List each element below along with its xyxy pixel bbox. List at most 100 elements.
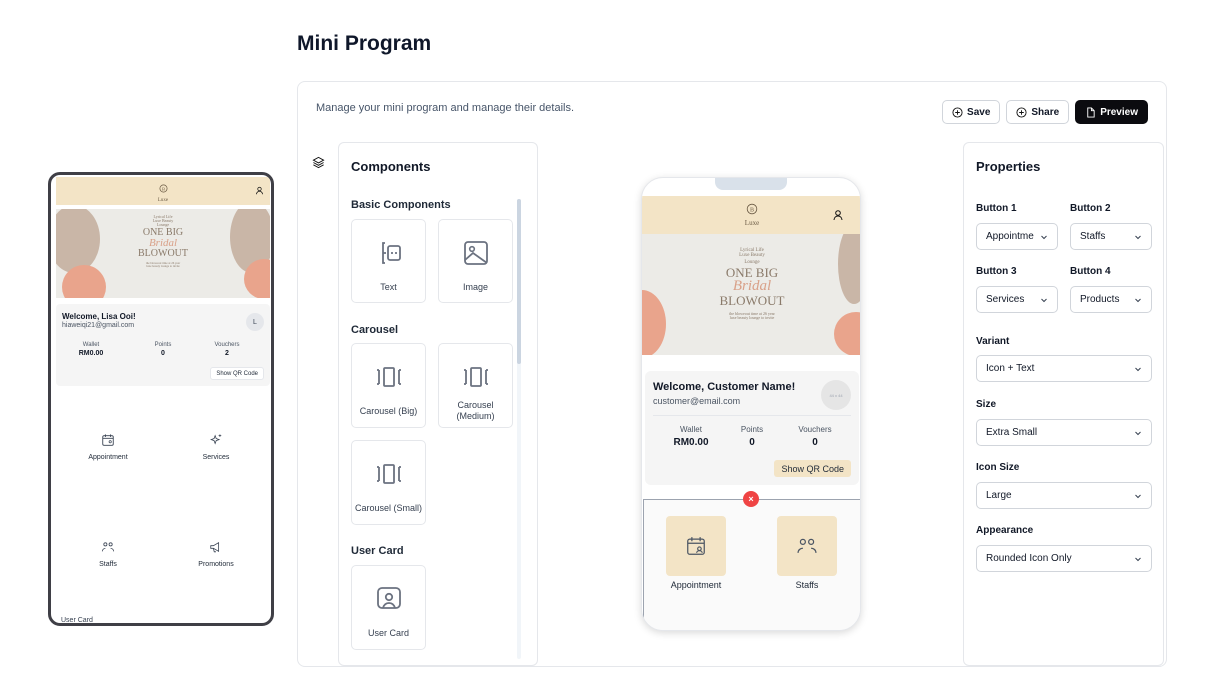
- users-icon: [101, 542, 115, 552]
- live-user-card-label: User Card: [61, 617, 93, 624]
- save-button[interactable]: Save: [942, 100, 1001, 124]
- live-item-staffs[interactable]: Staffs: [68, 540, 148, 568]
- button2-label: Button 2: [1070, 203, 1111, 214]
- stat-vouchers: Vouchers 0: [798, 425, 832, 448]
- user-email: hiaweiqi21@gmail.com: [62, 322, 135, 329]
- close-icon[interactable]: ×: [743, 491, 759, 507]
- appearance-label: Appearance: [976, 525, 1034, 536]
- plus-circle-icon: [952, 106, 963, 118]
- section-carousel: Carousel: [351, 324, 399, 336]
- chevron-down-icon: [1041, 298, 1047, 302]
- component-carousel-small[interactable]: Carousel (Small): [351, 440, 426, 525]
- megaphone-icon: [210, 541, 220, 553]
- button1-select[interactable]: Appointme: [976, 223, 1058, 250]
- phone-preview: B Luxe Lyrical Life Luxe Beauty Lounge O…: [641, 177, 861, 631]
- quick-button-staffs[interactable]: [777, 516, 837, 576]
- stat-wallet: Wallet RM0.00: [78, 342, 104, 357]
- svg-text:B: B: [750, 207, 754, 213]
- button4-label: Button 4: [1070, 266, 1111, 277]
- carousel-icon: [463, 367, 488, 387]
- user-card[interactable]: Welcome, Customer Name! customer@email.c…: [645, 371, 859, 485]
- quick-button-appointment[interactable]: [666, 516, 726, 576]
- user-icon[interactable]: [255, 186, 264, 195]
- icon-size-select[interactable]: Large: [976, 482, 1152, 509]
- avatar[interactable]: L: [246, 313, 264, 331]
- plus-circle-icon: [1016, 106, 1027, 118]
- page-title: Mini Program: [297, 32, 432, 55]
- size-label: Size: [976, 399, 997, 410]
- button4-select[interactable]: Products: [1070, 286, 1152, 313]
- avatar: 44 x 44: [821, 380, 851, 410]
- layers-icon[interactable]: [312, 156, 325, 169]
- properties-title: Properties: [976, 159, 1041, 174]
- stat-points: Points 0: [154, 342, 172, 357]
- section-user-card: User Card: [351, 545, 404, 557]
- quick-button-label: Staffs: [795, 580, 819, 590]
- chevron-down-icon: [1135, 557, 1141, 561]
- icon-size-label: Icon Size: [976, 462, 1020, 473]
- text-cursor-icon: [381, 242, 401, 264]
- toolbar: Save Share Preview: [942, 100, 1148, 124]
- component-carousel-big[interactable]: Carousel (Big): [351, 343, 426, 428]
- show-qr-button[interactable]: Show QR Code: [774, 460, 851, 477]
- section-basic-components: Basic Components: [351, 199, 451, 211]
- component-text[interactable]: Text: [351, 219, 426, 303]
- brand-logo: B Luxe: [738, 202, 766, 227]
- live-user-card: Welcome, Lisa Ooi! hiaweiqi21@gmail.com …: [56, 304, 270, 386]
- scrollbar-thumb[interactable]: [517, 199, 521, 364]
- chevron-down-icon: [1041, 235, 1047, 239]
- stat-points: Points 0: [740, 425, 764, 448]
- show-qr-button[interactable]: Show QR Code: [210, 367, 264, 380]
- page-subtitle: Manage your mini program and manage thei…: [316, 102, 575, 114]
- live-phone-header: B Luxe: [56, 177, 270, 205]
- phone-notch: [715, 178, 787, 190]
- live-item-services[interactable]: Services: [176, 433, 256, 461]
- user-icon[interactable]: [832, 209, 844, 221]
- chevron-down-icon: [1135, 367, 1141, 371]
- users-icon: [797, 538, 817, 553]
- appearance-select[interactable]: Rounded Icon Only: [976, 545, 1152, 572]
- chevron-down-icon: [1135, 298, 1141, 302]
- carousel-icon: [376, 464, 401, 484]
- button2-select[interactable]: Staffs: [1070, 223, 1152, 250]
- document-icon: [1087, 106, 1095, 118]
- live-promo-banner[interactable]: Lyrical Life Luxe Beauty Lounge ONE BIG …: [56, 209, 270, 298]
- promo-banner[interactable]: Lyrical Life Luxe Beauty Lounge ONE BIG …: [642, 234, 860, 355]
- live-item-appointment[interactable]: Appointment: [68, 433, 148, 461]
- button3-select[interactable]: Services: [976, 286, 1058, 313]
- button3-label: Button 3: [976, 266, 1017, 277]
- welcome-text: Welcome, Customer Name!: [653, 381, 796, 393]
- carousel-icon: [376, 367, 401, 387]
- phone-header[interactable]: B Luxe: [642, 196, 860, 234]
- calendar-user-icon: [687, 537, 705, 555]
- svg-text:B: B: [161, 186, 164, 191]
- calendar-user-icon: [102, 434, 114, 446]
- variant-select[interactable]: Icon + Text: [976, 355, 1152, 382]
- preview-button[interactable]: Preview: [1075, 100, 1148, 124]
- share-button[interactable]: Share: [1006, 100, 1070, 124]
- components-title: Components: [351, 159, 431, 174]
- brand-logo: B Luxe: [157, 184, 169, 203]
- sparkle-icon: [210, 434, 222, 445]
- welcome-text: Welcome, Lisa Ooi!: [62, 312, 136, 321]
- chevron-down-icon: [1135, 431, 1141, 435]
- size-select[interactable]: Extra Small: [976, 419, 1152, 446]
- button1-label: Button 1: [976, 203, 1017, 214]
- component-carousel-medium[interactable]: Carousel (Medium): [438, 343, 513, 428]
- live-phone-preview: B Luxe Lyrical Life Luxe Beauty Lounge O…: [48, 172, 274, 626]
- component-user-card[interactable]: User Card: [351, 565, 426, 650]
- stat-vouchers: Vouchers 2: [214, 342, 240, 357]
- component-image[interactable]: Image: [438, 219, 513, 303]
- divider: [653, 415, 851, 416]
- user-square-icon: [376, 587, 401, 609]
- user-email: customer@email.com: [653, 396, 741, 406]
- properties-panel: Properties Button 1 Button 2 Appointme S…: [963, 142, 1164, 666]
- components-panel: Components Basic Components Text Image C…: [338, 142, 538, 666]
- quick-button-label: Appointment: [670, 580, 722, 590]
- selected-quick-buttons[interactable]: Appointment Staffs: [643, 499, 860, 630]
- stat-wallet: Wallet RM0.00: [673, 425, 709, 448]
- editor-card: Manage your mini program and manage thei…: [297, 81, 1167, 667]
- image-icon: [463, 241, 488, 265]
- live-item-promotions[interactable]: Promotions: [176, 540, 256, 568]
- variant-label: Variant: [976, 336, 1010, 347]
